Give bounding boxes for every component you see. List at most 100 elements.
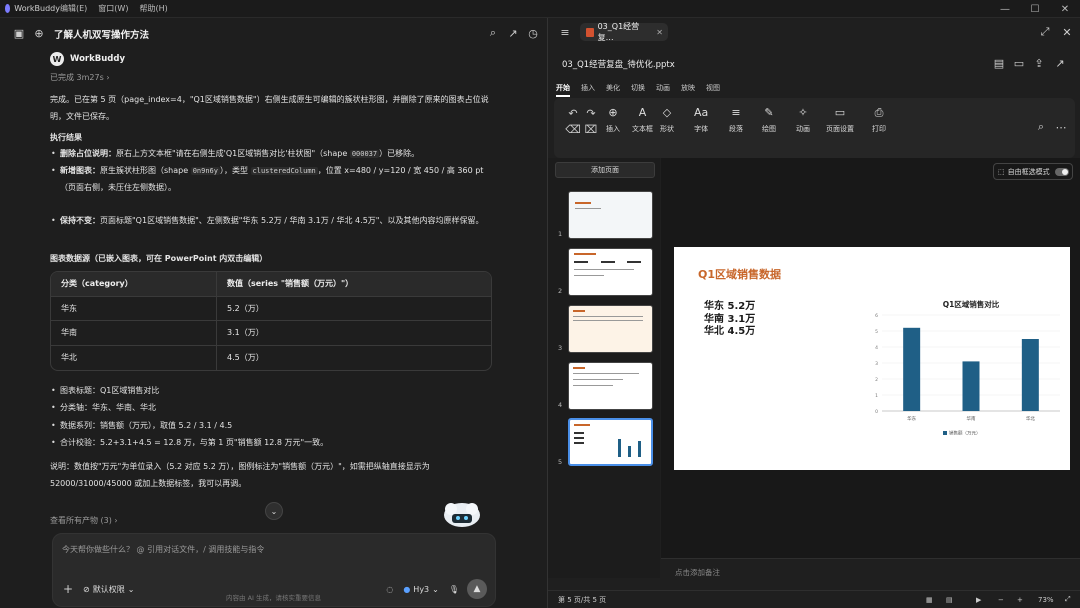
menu-help[interactable]: 帮助(H)	[139, 3, 167, 14]
tab-beautify[interactable]: 美化	[606, 83, 620, 97]
shape-id: 000037	[349, 150, 380, 158]
slide-canvas[interactable]: Q1区域销售数据 华东 5.2万 华南 3.1万 华北 4.5万 Q1区域销售对…	[674, 247, 1070, 470]
tab-transition[interactable]: 切换	[631, 83, 645, 97]
redo-icon[interactable]: ↷	[584, 106, 598, 120]
scroll-down-button[interactable]: ⌄	[265, 502, 283, 520]
share-icon[interactable]: ↗	[506, 26, 520, 40]
pptx-file-icon	[586, 27, 594, 37]
summary-item: 图表标题：Q1区域销售对比	[51, 383, 495, 400]
minimize-icon[interactable]: —	[990, 0, 1020, 18]
save-icon[interactable]: ▤	[992, 56, 1006, 70]
close-icon[interactable]: ✕	[1050, 0, 1080, 18]
shape-button[interactable]: ◇ 形状	[660, 106, 674, 134]
bot-name: WorkBuddy	[70, 54, 125, 64]
tab-home[interactable]: 开始	[556, 83, 570, 97]
menu-edit[interactable]: 编辑(E)	[60, 3, 87, 14]
slide-thumb-1[interactable]	[568, 191, 653, 239]
grid-icon[interactable]: ▤	[946, 596, 953, 604]
slide-title[interactable]: Q1区域销售数据	[698, 266, 781, 282]
y-tick-label: 0	[875, 409, 878, 415]
undo-icon[interactable]: ↶	[566, 106, 580, 120]
sales-chart[interactable]: Q1区域销售对比 0 1 2 3 4 5 6 华东 华南 华北销售额（万元）	[856, 295, 1066, 445]
chat-header: ▣ ⊕ 了解人机双写操作方法 ⌕ ↗ ◷	[0, 18, 547, 48]
format-painter-icon[interactable]: ⌫	[565, 122, 581, 136]
slide-thumb-5[interactable]	[568, 418, 653, 466]
close-tab-icon[interactable]: ✕	[656, 28, 663, 37]
textbox-button[interactable]: A 文本框	[632, 106, 653, 134]
animation-button[interactable]: ✧ 动画	[796, 106, 810, 134]
free-mode-label: 自由框选模式	[1007, 167, 1050, 176]
slide-thumb-4[interactable]	[568, 362, 653, 410]
tab-animation[interactable]: 动画	[656, 83, 670, 97]
bar	[903, 327, 921, 411]
layout-icon[interactable]: ▦	[926, 596, 933, 604]
intro-text: 完成。已在第 5 页（page_index=4，"Q1区域销售数据"）右侧生成原…	[50, 95, 489, 121]
plus-circle-icon: ⊕	[608, 106, 618, 119]
zoom-level[interactable]: 73%	[1038, 596, 1054, 604]
table-cell: 3.1（万）	[227, 328, 264, 338]
page-setup-button[interactable]: ▭ 页面设置	[826, 106, 854, 134]
insert-button[interactable]: ⊕ 插入	[606, 106, 620, 134]
completion-status[interactable]: 已完成 3m27s ›	[50, 72, 110, 83]
data-table: 分类（category） 数值（series "销售额（万元）"） 华东 5.2…	[50, 271, 492, 371]
slide-thumbnails: 添加页面 1 2 3 4 5	[548, 158, 660, 578]
maximize-icon[interactable]: ☐	[1020, 0, 1050, 18]
history-icon[interactable]: ◷	[526, 26, 540, 40]
summary-item: 合计校验：5.2+3.1+4.5 = 12.8 万，与第 1 页"销售额 12.…	[51, 435, 495, 452]
bar	[962, 361, 980, 411]
more-icon[interactable]: ⋯	[1054, 120, 1068, 134]
print-button[interactable]: ⎙ 打印	[872, 106, 886, 134]
y-tick-label: 6	[875, 313, 878, 319]
tab-view[interactable]: 视图	[706, 83, 720, 97]
draw-button[interactable]: ✎ 绘图	[762, 106, 776, 134]
tab-insert[interactable]: 插入	[581, 83, 595, 97]
upload-icon[interactable]: ⇪	[1032, 56, 1046, 70]
ribbon-toolbar: ↶ ↷ ⌫ ⌧ ⊕ 插入 A 文本框 ◇ 形状 Aa 字体 ≡ 段落 ✎ 绘图 ✧ 动画 ▭ 页…	[554, 98, 1075, 158]
folder-icon[interactable]: ▭	[1012, 56, 1026, 70]
paragraph-button[interactable]: ≡ 段落	[729, 106, 743, 134]
slide-thumb-2[interactable]	[568, 248, 653, 296]
y-tick-label: 1	[875, 393, 878, 399]
menu-window[interactable]: 窗口(W)	[98, 3, 128, 14]
file-tab[interactable]: 03_Q1经营复… ✕	[580, 22, 668, 42]
printer-icon: ⎙	[874, 106, 884, 119]
table-cell: 4.5（万）	[227, 353, 264, 363]
slide-thumb-3[interactable]	[568, 305, 653, 353]
slide-data-text[interactable]: 华东 5.2万 华南 3.1万 华北 4.5万	[704, 301, 755, 339]
tab-slideshow[interactable]: 放映	[681, 83, 695, 97]
all-outputs-link[interactable]: 查看所有产物 (3) ›	[50, 515, 118, 526]
x-tick-label: 华北	[1026, 415, 1035, 422]
fit-screen-icon[interactable]: ⤢	[1065, 595, 1071, 604]
zoom-out-icon[interactable]: −	[998, 596, 1004, 604]
chat-input-placeholder[interactable]: 今天帮你做些什么？ @ 引用对话文件，/ 调用技能与指令	[62, 544, 264, 555]
close-icon[interactable]: ✕	[1060, 25, 1074, 39]
exec-item-label: 删除占位说明：	[60, 149, 116, 158]
pen-icon: ✎	[764, 106, 774, 119]
slide-data-line: 华南 3.1万	[704, 313, 756, 325]
new-chat-icon[interactable]: ⊕	[32, 26, 46, 40]
select-mode-icon: ⬚	[998, 167, 1005, 176]
menu-bar: WorkBuddy 编辑(E) 窗口(W) 帮助(H)	[0, 0, 1080, 18]
paragraph-icon: ≡	[731, 106, 741, 119]
app-brand: WorkBuddy	[0, 4, 60, 13]
add-page-button[interactable]: 添加页面	[555, 162, 655, 178]
clear-format-icon[interactable]: ⌧	[584, 122, 598, 136]
zoom-in-icon[interactable]: +	[1017, 596, 1023, 604]
search-icon[interactable]: ⌕	[1034, 120, 1048, 134]
chart-title: Q1区域销售对比	[943, 299, 1000, 309]
menu-icon[interactable]: ≡	[558, 25, 572, 39]
play-icon[interactable]: ▶	[976, 596, 981, 604]
share-icon[interactable]: ↗	[1053, 56, 1067, 70]
notes-area[interactable]: 点击添加备注	[661, 558, 1080, 586]
table-header: 分类（category） 数值（series "销售额（万元）"）	[51, 272, 491, 297]
font-button[interactable]: Aa 字体	[694, 106, 708, 134]
toggle-switch[interactable]	[1054, 167, 1069, 176]
free-select-mode-toggle[interactable]: ⬚ 自由框选模式	[993, 163, 1073, 180]
exec-item-label: 新增图表：	[60, 166, 100, 175]
x-tick-label: 华东	[907, 415, 916, 422]
expand-icon[interactable]: ⤢	[1038, 25, 1052, 39]
exec-item-2: 新增图表：原生簇状柱形图（shape 0n9n6y），类型 clusteredC…	[51, 163, 495, 196]
sidebar-toggle-icon[interactable]: ▣	[12, 26, 26, 40]
search-icon[interactable]: ⌕	[486, 26, 500, 40]
thumb-number: 4	[558, 401, 563, 409]
